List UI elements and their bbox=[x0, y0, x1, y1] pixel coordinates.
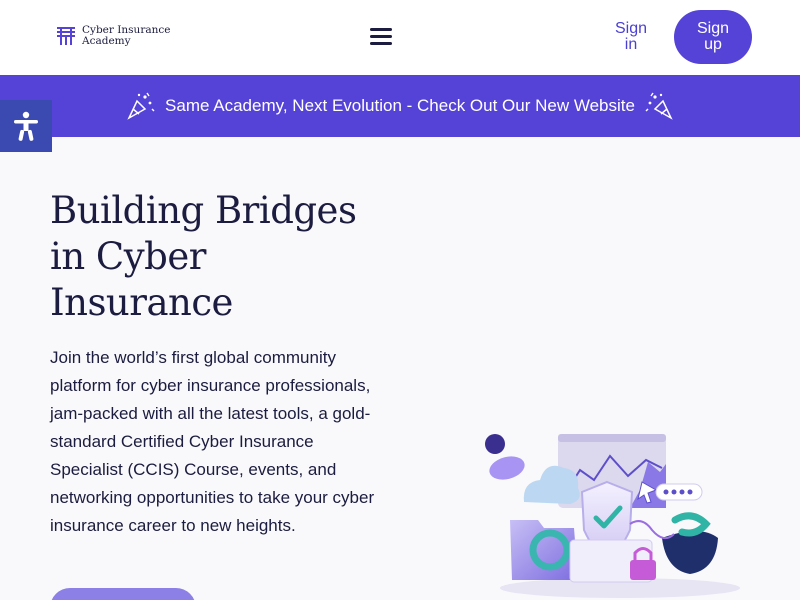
cyber-security-illustration bbox=[485, 434, 740, 598]
sign-in-line-2: in bbox=[624, 36, 638, 53]
sign-up-line-1: Sign bbox=[696, 20, 730, 37]
sign-up-button[interactable]: Sign up bbox=[674, 10, 752, 64]
title-line-1: Building Bridges bbox=[50, 189, 357, 232]
sign-in-line-1: Sign bbox=[614, 20, 648, 37]
party-popper-icon bbox=[645, 92, 673, 120]
logo-line-2: Academy bbox=[82, 35, 131, 47]
announcement-banner[interactable]: Same Academy, Next Evolution - Check Out… bbox=[0, 75, 800, 137]
hero-description: Join the world’s first global community … bbox=[50, 348, 375, 535]
logo[interactable]: Cyber Insurance Academy bbox=[56, 25, 170, 47]
site-header: Cyber Insurance Academy Sign in Sign up bbox=[0, 0, 800, 75]
cta-button[interactable] bbox=[50, 588, 196, 600]
logo-text: Cyber Insurance Academy bbox=[82, 25, 170, 47]
accessibility-icon bbox=[14, 111, 38, 141]
accessibility-button[interactable] bbox=[0, 100, 52, 152]
sign-in-link[interactable]: Sign in bbox=[608, 21, 654, 53]
page-title: Building Bridges in Cyber Insurance bbox=[50, 188, 410, 326]
title-line-2: in Cyber bbox=[50, 235, 206, 278]
banner-text: Same Academy, Next Evolution - Check Out… bbox=[165, 96, 635, 115]
sign-up-line-2: up bbox=[704, 36, 722, 53]
party-popper-icon bbox=[127, 92, 155, 120]
hamburger-menu-icon[interactable] bbox=[370, 28, 394, 48]
logo-icon bbox=[57, 27, 75, 45]
title-line-3: Insurance bbox=[50, 281, 233, 324]
